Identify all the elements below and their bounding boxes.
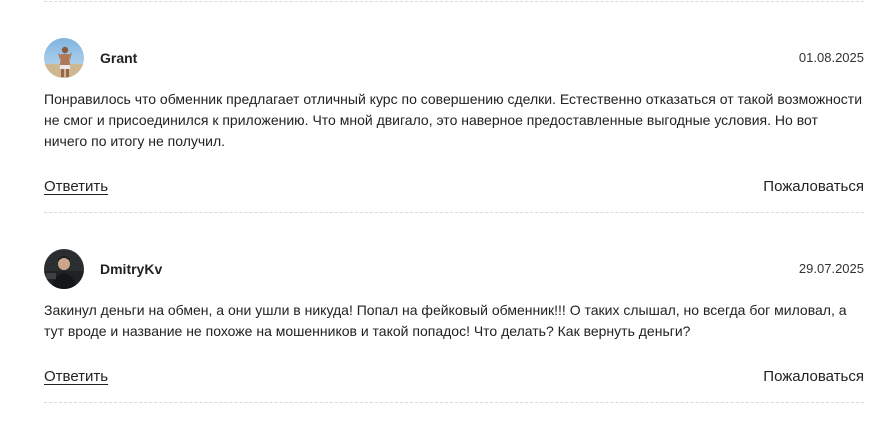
divider: [44, 402, 864, 403]
reply-link[interactable]: Ответить: [44, 178, 108, 196]
comment-author[interactable]: Grant: [100, 49, 137, 67]
user-photo-dark-icon: [44, 249, 84, 289]
comment-date: 29.07.2025: [798, 261, 864, 276]
divider: [44, 212, 864, 213]
divider: [44, 1, 864, 2]
comment-item: Grant 01.08.2025 Понравилось что обменни…: [44, 37, 864, 207]
report-link[interactable]: Пожаловаться: [763, 178, 864, 196]
comment-item: DmitryKv 29.07.2025 Закинул деньги на об…: [44, 248, 864, 398]
comment-date: 01.08.2025: [798, 50, 864, 65]
user-photo-beach-icon: [44, 38, 84, 78]
comment-text: Закинул деньги на обмен, а они ушли в ни…: [44, 302, 847, 339]
comment-text: Понравилось что обменник предлагает отли…: [44, 91, 863, 149]
avatar-grant[interactable]: [44, 38, 84, 78]
avatar-dmitrykv[interactable]: [44, 249, 84, 289]
comment-author[interactable]: DmitryKv: [100, 260, 162, 278]
reply-link[interactable]: Ответить: [44, 368, 108, 386]
comments-list: Grant 01.08.2025 Понравилось что обменни…: [0, 0, 885, 425]
report-link[interactable]: Пожаловаться: [763, 368, 864, 386]
